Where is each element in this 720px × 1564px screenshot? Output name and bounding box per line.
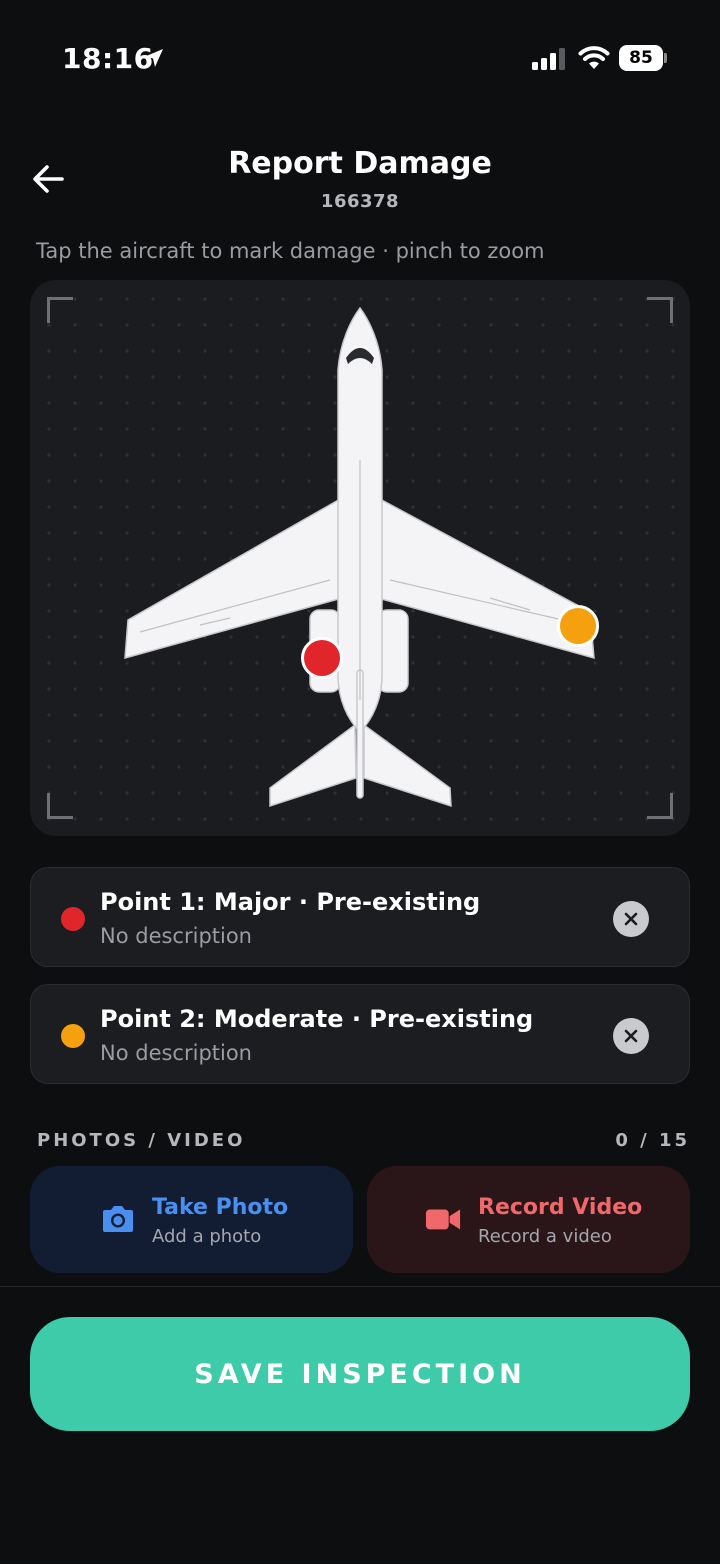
cellular-signal-icon [532, 48, 565, 70]
severity-dot [61, 907, 85, 931]
record-video-subtitle: Record a video [478, 1226, 612, 1247]
record-video-title: Record Video [478, 1195, 643, 1220]
video-camera-icon [425, 1209, 461, 1230]
instruction-hint: Tap the aircraft to mark damage · pinch … [36, 239, 545, 263]
record-video-button[interactable]: Record Video Record a video [367, 1166, 690, 1273]
battery-icon: 85 [619, 45, 667, 71]
aircraft-diagram-canvas[interactable] [30, 280, 690, 836]
page-title: Report Damage [228, 146, 492, 181]
media-count: 0 / 15 [615, 1130, 690, 1151]
take-photo-subtitle: Add a photo [152, 1226, 262, 1247]
wifi-icon [578, 46, 610, 69]
footer-divider [0, 1286, 720, 1287]
save-inspection-button[interactable]: SAVE INSPECTION [30, 1317, 690, 1431]
camera-icon [103, 1206, 133, 1232]
aircraft-id: 166378 [320, 191, 400, 212]
close-icon [624, 1029, 638, 1043]
take-photo-title: Take Photo [152, 1195, 289, 1220]
damage-point-title: Point 1: Major · Pre-existing [100, 888, 481, 916]
damage-point-title: Point 2: Moderate · Pre-existing [100, 1005, 534, 1033]
damage-point-description: No description [100, 924, 252, 948]
damage-point-description: No description [100, 1041, 252, 1065]
battery-level: 85 [629, 48, 653, 68]
damage-point-card[interactable]: Point 2: Moderate · Pre-existing No desc… [30, 984, 690, 1084]
aircraft-top-view-illustration[interactable] [30, 280, 690, 836]
remove-point-button[interactable] [613, 1018, 649, 1054]
close-icon [624, 912, 638, 926]
damage-marker-point-1[interactable] [301, 637, 343, 679]
location-arrow-icon [145, 49, 163, 67]
damage-point-card[interactable]: Point 1: Major · Pre-existing No descrip… [30, 867, 690, 967]
remove-point-button[interactable] [613, 901, 649, 937]
severity-dot [61, 1024, 85, 1048]
damage-marker-point-2[interactable] [557, 605, 599, 647]
status-bar: 18:16 85 [0, 0, 720, 110]
media-section-label: PHOTOS / VIDEO [37, 1130, 246, 1151]
take-photo-button[interactable]: Take Photo Add a photo [30, 1166, 353, 1273]
status-time: 18:16 [62, 42, 154, 75]
